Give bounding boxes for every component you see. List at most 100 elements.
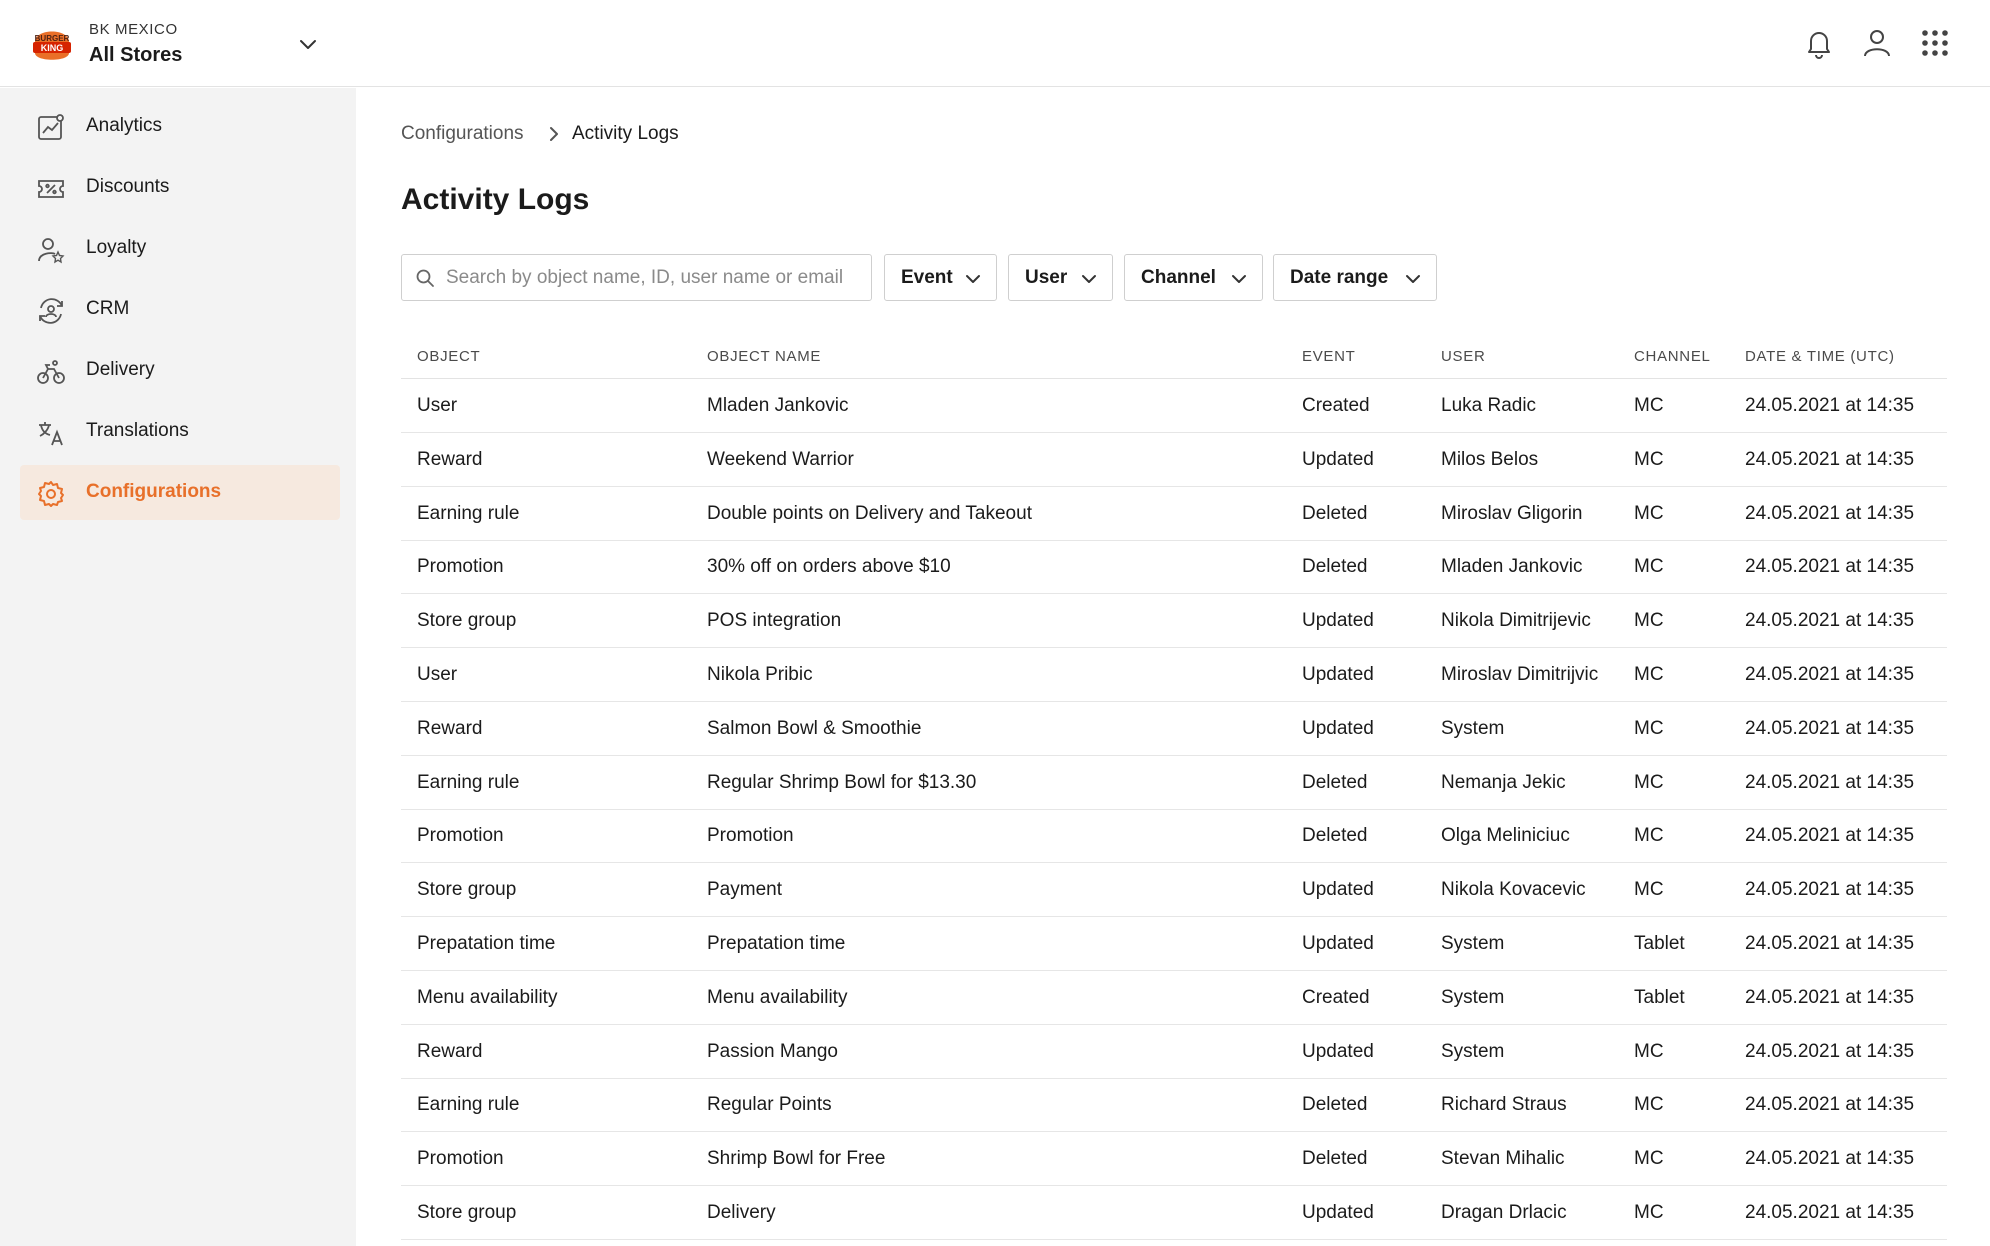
event-cell: Updated — [1302, 879, 1374, 901]
breadcrumb-configurations[interactable]: Configurations — [401, 123, 524, 145]
sidebar-item-label: CRM — [86, 298, 130, 319]
sidebar-item-crm[interactable]: CRM — [20, 282, 340, 337]
column-header-object[interactable]: OBJECT — [417, 348, 480, 365]
burger-king-logo[interactable]: BURGER KING — [30, 22, 74, 66]
table-row[interactable]: Menu availability Menu availability Create… — [401, 971, 1947, 1025]
breadcrumb-current: Activity Logs — [572, 123, 679, 144]
table-row[interactable]: Earning rule Regular Points Deleted Richard… — [401, 1078, 1947, 1133]
datetime-cell: 24.05.2021 at 14:35 — [1745, 933, 1915, 954]
event-cell: Updated — [1302, 933, 1374, 954]
object-cell: Menu availability — [417, 986, 558, 1008]
search-input[interactable] — [446, 263, 861, 293]
sidebar-item-label: Loyalty — [86, 237, 147, 258]
column-header-datetime[interactable]: DATE & TIME (UTC) — [1745, 348, 1895, 365]
table-row[interactable]: Store group Payment Updated Nikola Kovacevi… — [401, 863, 1947, 918]
sidebar-item-label: Discounts — [86, 176, 170, 197]
channel-cell: MC — [1634, 1148, 1664, 1170]
object-cell: Earning rule — [417, 502, 520, 524]
table-row[interactable]: User Nikola Pribic Updated Miroslav Dimitri… — [401, 648, 1947, 702]
table-row[interactable]: Promotion Shrimp Bowl for Free Deleted Stev… — [401, 1132, 1947, 1187]
channel-cell: Tablet — [1634, 986, 1685, 1008]
object-cell: Promotion — [417, 825, 504, 847]
object-name-cell: Salmon Bowl & Smoothie — [707, 717, 922, 739]
event-cell: Deleted — [1302, 556, 1368, 578]
sidebar: Analytics Discounts Loyalty CRM Delivery Tran… — [0, 88, 356, 1246]
user-filter-dropdown[interactable]: User — [1008, 254, 1113, 301]
user-cell: Nemanja Jekic — [1441, 771, 1566, 793]
table-row[interactable]: Reward Passion Mango Updated System MC 24.05.… — [401, 1025, 1947, 1079]
object-cell: User — [417, 664, 458, 685]
analytics-icon — [36, 113, 66, 143]
object-cell: Prepatation time — [417, 933, 556, 954]
channel-cell: Tablet — [1634, 933, 1685, 954]
event-cell: Updated — [1302, 1040, 1374, 1062]
store-selector-label[interactable]: All Stores — [89, 44, 182, 67]
event-cell: Deleted — [1302, 1094, 1368, 1116]
datetime-cell: 24.05.2021 at 14:35 — [1745, 986, 1915, 1008]
user-cell: Nikola Kovacevic — [1441, 879, 1586, 901]
sidebar-item-translations[interactable]: Translations — [20, 404, 340, 459]
region-label: BK MEXICO — [89, 21, 178, 38]
object-cell: Reward — [417, 717, 483, 739]
sidebar-item-discounts[interactable]: Discounts — [20, 160, 340, 215]
event-cell: Updated — [1302, 717, 1374, 739]
table-row[interactable]: Earning rule Regular Shrimp Bowl for $13.… — [401, 756, 1947, 810]
object-name-cell: Mladen Jankovic — [707, 395, 849, 416]
datetime-cell: 24.05.2021 at 14:35 — [1745, 664, 1915, 685]
object-name-cell: Regular Points — [707, 1094, 832, 1116]
date-range-filter-dropdown[interactable]: Date range — [1273, 254, 1437, 301]
search-box[interactable] — [401, 254, 872, 301]
sidebar-item-delivery[interactable]: Delivery — [20, 343, 340, 398]
datetime-cell: 24.05.2021 at 14:35 — [1745, 1094, 1915, 1116]
apps-grid-icon[interactable] — [1918, 26, 1952, 60]
translate-icon — [36, 418, 66, 448]
table-row[interactable]: Store group Delivery Updated Dragan Drlacic… — [401, 1186, 1947, 1240]
column-header-channel[interactable]: CHANNEL — [1634, 348, 1711, 365]
datetime-cell: 24.05.2021 at 14:35 — [1745, 556, 1915, 578]
loyalty-user-star-icon — [36, 235, 66, 265]
bell-icon[interactable] — [1802, 26, 1836, 60]
object-name-cell: Passion Mango — [707, 1040, 838, 1062]
column-header-event[interactable]: EVENT — [1302, 348, 1356, 365]
chevron-down-icon — [1082, 275, 1096, 283]
column-header-object-name[interactable]: OBJECT NAME — [707, 348, 821, 365]
event-filter-dropdown[interactable]: Event — [884, 254, 997, 301]
top-header: BURGER KING BK MEXICO All Stores — [0, 0, 1990, 87]
channel-cell: MC — [1634, 1040, 1664, 1062]
column-header-user[interactable]: USER — [1441, 348, 1485, 365]
chevron-down-icon — [1406, 275, 1420, 283]
sidebar-item-loyalty[interactable]: Loyalty — [20, 221, 340, 276]
sidebar-item-analytics[interactable]: Analytics — [20, 99, 340, 154]
table-row[interactable]: Earning rule Double points on Delivery an… — [401, 487, 1947, 541]
object-name-cell: Payment — [707, 879, 782, 901]
table-row[interactable]: User Mladen Jankovic Created Luka Radic MC 24… — [401, 379, 1947, 433]
chevron-right-icon — [546, 125, 562, 143]
user-icon[interactable] — [1860, 26, 1894, 60]
table-row[interactable]: Promotion Promotion Deleted Olga Meliniciuc… — [401, 809, 1947, 864]
event-filter-label: Event — [901, 266, 953, 288]
event-cell: Deleted — [1302, 771, 1368, 793]
object-name-cell: Weekend Warrior — [707, 448, 854, 470]
datetime-cell: 24.05.2021 at 14:35 — [1745, 825, 1915, 847]
datetime-cell: 24.05.2021 at 14:35 — [1745, 771, 1915, 793]
sidebar-item-configurations[interactable]: Configurations — [20, 465, 340, 520]
datetime-cell: 24.05.2021 at 14:35 — [1745, 395, 1915, 416]
object-name-cell: Shrimp Bowl for Free — [707, 1148, 886, 1170]
object-cell: Promotion — [417, 1148, 504, 1170]
chevron-down-icon[interactable] — [297, 33, 319, 55]
table-row[interactable]: Promotion 30% off on orders above $10 Dele… — [401, 540, 1947, 595]
channel-cell: MC — [1634, 879, 1664, 901]
user-cell: Nikola Dimitrijevic — [1441, 610, 1591, 632]
channel-cell: MC — [1634, 1094, 1664, 1116]
object-name-cell: 30% off on orders above $10 — [707, 556, 951, 578]
table-row[interactable]: Reward Salmon Bowl & Smoothie Updated Syste… — [401, 702, 1947, 756]
channel-filter-dropdown[interactable]: Channel — [1124, 254, 1263, 301]
object-name-cell: Prepatation time — [707, 933, 846, 954]
table-row[interactable]: Reward Weekend Warrior Updated Milos Belos M… — [401, 433, 1947, 487]
search-icon — [415, 268, 435, 288]
channel-filter-label: Channel — [1141, 266, 1216, 288]
table-row[interactable]: Store group POS integration Updated Nikola … — [401, 594, 1947, 649]
user-cell: Miroslav Dimitrijvic — [1441, 664, 1599, 685]
object-name-cell: Regular Shrimp Bowl for $13.30 — [707, 771, 977, 793]
table-row[interactable]: Prepatation time Prepatation time Updated S… — [401, 917, 1947, 971]
